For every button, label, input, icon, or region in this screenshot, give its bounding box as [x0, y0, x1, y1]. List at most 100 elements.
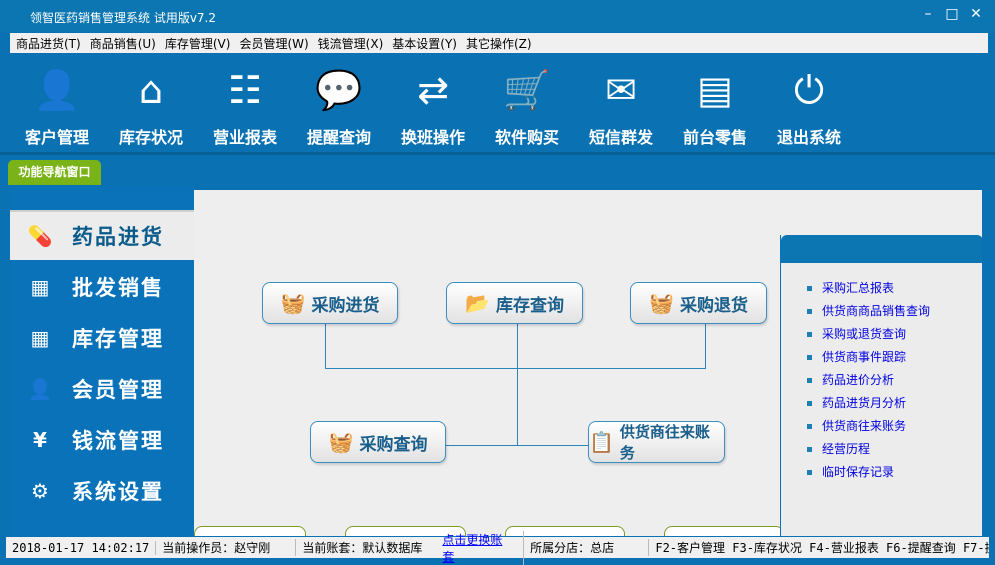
status-bar: 2018-01-17 14:02:17 当前操作员：赵守刚 当前账套：默认数据库… [6, 530, 989, 565]
cart-icon: 🛒 [503, 68, 551, 112]
minimize-button[interactable]: – [918, 6, 938, 22]
menu-sales[interactable]: 商品销售(U) [90, 35, 156, 52]
link-monthly-purchase-analysis[interactable]: 药品进货月分析 [807, 394, 930, 417]
sidebar-item-label: 批发销售 [72, 276, 164, 300]
panel-header [781, 235, 982, 263]
connector-line [705, 323, 706, 368]
link-supplier-sales-query[interactable]: 供货商商品销售查询 [807, 302, 930, 325]
status-operator: 当前操作员：赵守刚 [156, 539, 297, 556]
sidebar-item-label: 钱流管理 [72, 429, 164, 453]
link-purchase-summary[interactable]: 采购汇总报表 [807, 279, 930, 302]
menu-other[interactable]: 其它操作(Z) [466, 35, 532, 52]
envelope-icon: ✉ [605, 68, 637, 112]
folder-search-icon: 📂 [465, 291, 490, 315]
button-label: 采购查询 [359, 434, 428, 455]
tab-strip [0, 152, 995, 186]
link-purchase-price-analysis[interactable]: 药品进价分析 [807, 371, 930, 394]
notepad-icon: ☷ [227, 68, 263, 112]
sidebar-item-wholesale[interactable]: ▦ 批发销售 [10, 262, 194, 312]
related-links-panel: 采购汇总报表 供货商商品销售查询 采购或退货查询 供货商事件跟踪 药品进价分析 … [780, 235, 982, 536]
toolbar-label: 换班操作 [400, 128, 465, 147]
close-button[interactable]: ✕ [966, 6, 986, 22]
partial-button[interactable] [664, 526, 784, 536]
purchase-return-button[interactable]: 🧺 采购退货 [630, 282, 767, 324]
sidebar-item-cashflow[interactable]: ¥ 钱流管理 [10, 415, 194, 465]
toolbar: 👤 客户管理 ⌂ 库存状况 ☷ 营业报表 💬 提醒查询 ⇄ 换班操作 🛒 软件购买 ✉ 短信群… [10, 60, 890, 150]
sidebar-item-label: 库存管理 [72, 327, 164, 351]
title-bar: 领智医药销售管理系统 试用版v7.2 – □ ✕ [0, 0, 995, 32]
connector-line [517, 323, 518, 445]
purchase-in-button[interactable]: 🧺 采购进货 [262, 282, 398, 324]
sidebar-item-label: 药品进货 [72, 225, 164, 249]
sidebar-item-drug-purchase[interactable]: 💊 药品进货 [10, 210, 194, 260]
user-circle-icon: 👤 [33, 68, 81, 112]
maximize-button[interactable]: □ [942, 6, 962, 22]
window-title: 领智医药销售管理系统 试用版v7.2 [30, 11, 217, 25]
power-icon: ⏻ [793, 68, 825, 112]
partial-button[interactable] [194, 526, 306, 536]
basket-minus-icon: 🧺 [649, 291, 674, 315]
status-shortcuts: F2-客户管理 F3-库存状况 F4-营业报表 F6-提醒查询 F7-换班 [655, 541, 989, 555]
menu-settings[interactable]: 基本设置(Y) [392, 35, 457, 52]
toolbar-label: 客户管理 [24, 128, 89, 147]
status-datetime: 2018-01-17 14:02:17 [6, 540, 157, 555]
toolbar-shift-button[interactable]: ⇄ 换班操作 [386, 60, 480, 150]
ledger-icon: 📋 [589, 430, 614, 454]
toolbar-sms-button[interactable]: ✉ 短信群发 [574, 60, 668, 150]
sidebar-item-inventory[interactable]: ▦ 库存管理 [10, 313, 194, 363]
change-account-link[interactable]: 点击更换账套 [428, 530, 525, 565]
toolbar-retail-button[interactable]: ▤ 前台零售 [668, 60, 762, 150]
sidebar: 💊 药品进货 ▦ 批发销售 ▦ 库存管理 👤 会员管理 ¥ 钱流管理 ⚙ 系统设置 [10, 186, 194, 536]
sidebar-item-label: 系统设置 [72, 480, 164, 504]
toolbar-stock-button[interactable]: ⌂ 库存状况 [104, 60, 198, 150]
status-branch: 所属分店：总店 [524, 539, 650, 556]
toolbar-buy-button[interactable]: 🛒 软件购买 [480, 60, 574, 150]
purchase-query-button[interactable]: 🧺 采购查询 [310, 421, 446, 463]
status-account: 当前账套：默认数据库 [302, 541, 423, 555]
menu-purchase[interactable]: 商品进货(T) [16, 35, 81, 52]
connector-line [325, 368, 706, 369]
link-supplier-accounts[interactable]: 供货商往来账务 [807, 417, 930, 440]
cash-register-icon: ▤ [697, 68, 733, 112]
menu-bar: 商品进货(T) 商品销售(U) 库存管理(V) 会员管理(W) 钱流管理(X) … [10, 33, 988, 53]
connector-line [446, 445, 588, 446]
home-icon: ⌂ [138, 68, 164, 112]
sidebar-item-members[interactable]: 👤 会员管理 [10, 364, 194, 414]
basket-search-icon: 🧺 [328, 430, 354, 454]
tab-function-navigation[interactable]: 功能导航窗口 [8, 160, 101, 185]
toolbar-reminder-button[interactable]: 💬 提醒查询 [292, 60, 386, 150]
connector-line [325, 323, 326, 368]
supplier-accounts-button[interactable]: 📋 供货商往来账务 [588, 421, 725, 463]
menu-cashflow[interactable]: 钱流管理(X) [318, 35, 384, 52]
stock-query-button[interactable]: 📂 库存查询 [446, 282, 583, 324]
pill-plus-icon: 💊 [27, 224, 55, 248]
main-panel: 🧺 采购进货 📂 库存查询 🧺 采购退货 🧺 采购查询 📋 供货商往来账务 采购汇总报表 … [194, 190, 982, 536]
link-list: 采购汇总报表 供货商商品销售查询 采购或退货查询 供货商事件跟踪 药品进价分析 … [807, 279, 930, 486]
link-business-history[interactable]: 经营历程 [807, 440, 930, 463]
button-label: 库存查询 [495, 295, 564, 316]
swap-icon: ⇄ [417, 68, 449, 112]
toolbar-label: 营业报表 [212, 128, 277, 147]
toolbar-label: 前台零售 [682, 128, 747, 147]
button-label: 采购进货 [311, 295, 380, 316]
toolbar-label: 提醒查询 [306, 128, 371, 147]
button-label: 采购退货 [679, 295, 748, 316]
sidebar-item-settings[interactable]: ⚙ 系统设置 [10, 466, 194, 516]
basket-plus-icon: 🧺 [280, 291, 306, 315]
link-supplier-events[interactable]: 供货商事件跟踪 [807, 348, 930, 371]
toolbar-exit-button[interactable]: ⏻ 退出系统 [762, 60, 856, 150]
toolbar-label: 短信群发 [588, 128, 653, 147]
yen-icon: ¥ [33, 428, 49, 452]
toolbar-label: 库存状况 [118, 128, 183, 147]
menu-members[interactable]: 会员管理(W) [239, 35, 308, 52]
toolbar-customer-button[interactable]: 👤 客户管理 [10, 60, 104, 150]
link-temp-saved[interactable]: 临时保存记录 [807, 463, 930, 486]
toolbar-report-button[interactable]: ☷ 营业报表 [198, 60, 292, 150]
invoice-icon: ▦ [30, 275, 52, 299]
menu-inventory[interactable]: 库存管理(V) [165, 35, 231, 52]
gear-icon: ⚙ [31, 479, 51, 503]
toolbar-label: 退出系统 [776, 128, 841, 147]
grid-icon: ▦ [30, 326, 52, 350]
sidebar-item-label: 会员管理 [72, 378, 164, 402]
link-purchase-return-query[interactable]: 采购或退货查询 [807, 325, 930, 348]
